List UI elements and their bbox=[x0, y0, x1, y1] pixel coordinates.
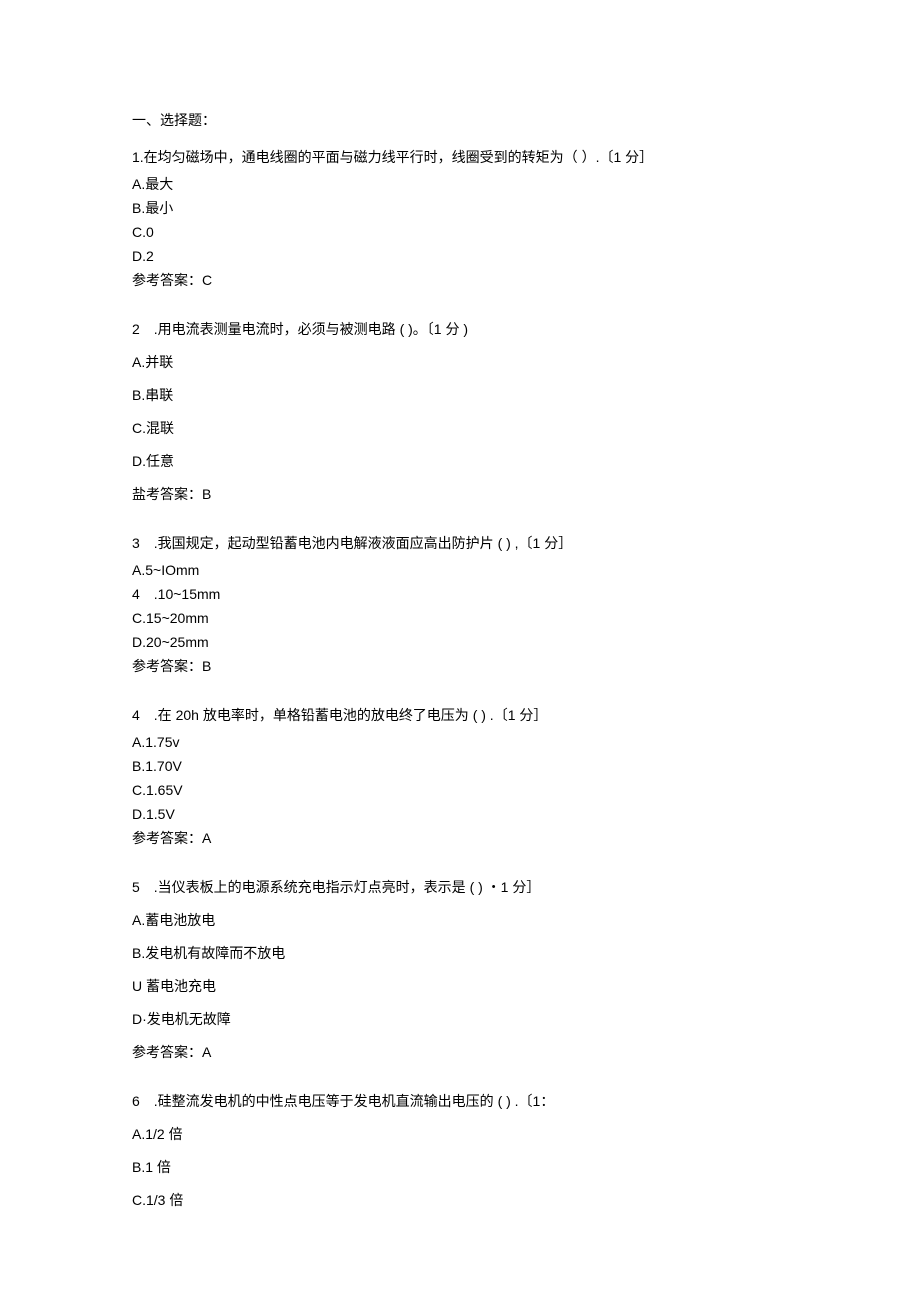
question-5: 5 .当仪表板上的电源系统充电指示灯点亮时，表示是 ( ) ・1 分］ A.蓄电… bbox=[132, 877, 800, 1063]
option-b: B.最小 bbox=[132, 198, 800, 219]
option-a: A.蓄电池放电 bbox=[132, 910, 800, 931]
option-d: D.任意 bbox=[132, 451, 800, 472]
section-heading: 一、选择题： bbox=[132, 110, 800, 131]
question-4: 4 .在 20h 放电率时，单格铅蓄电池的放电终了电压为 ( ) .〔1 分］ … bbox=[132, 705, 800, 849]
option-b: B.1.70V bbox=[132, 756, 800, 777]
option-d: D.20~25mm bbox=[132, 632, 800, 653]
option-a: A.并联 bbox=[132, 352, 800, 373]
option-c: C.0 bbox=[132, 222, 800, 243]
option-a: A.1/2 倍 bbox=[132, 1124, 800, 1145]
option-b: B.发电机有故障而不放电 bbox=[132, 943, 800, 964]
option-c: C.1/3 倍 bbox=[132, 1190, 800, 1211]
option-b: B.1 倍 bbox=[132, 1157, 800, 1178]
question-stem: 5 .当仪表板上的电源系统充电指示灯点亮时，表示是 ( ) ・1 分］ bbox=[132, 877, 800, 898]
question-1: 1.在均匀磁场中，通电线圈的平面与磁力线平行时，线圈受到的转矩为（ ）.〔1 分… bbox=[132, 147, 800, 291]
answer-line: 参考答案：B bbox=[132, 656, 800, 677]
option-c: C.混联 bbox=[132, 418, 800, 439]
answer-line: 参考答案：A bbox=[132, 1042, 800, 1063]
option-a: A.最大 bbox=[132, 174, 800, 195]
question-2: 2 .用电流表测量电流时，必须与被测电路 ( )。〔1 分 ) A.并联 B.串… bbox=[132, 319, 800, 505]
option-b: 4 .10~15mm bbox=[132, 584, 800, 605]
option-c: C.1.65V bbox=[132, 780, 800, 801]
document-page: 一、选择题： 1.在均匀磁场中，通电线圈的平面与磁力线平行时，线圈受到的转矩为（… bbox=[0, 0, 920, 1299]
question-stem: 6 .硅整流发电机的中性点电压等于发电机直流输出电压的 ( ) .〔1： bbox=[132, 1091, 800, 1112]
option-d: D·发电机无故障 bbox=[132, 1009, 800, 1030]
answer-line: 参考答案：C bbox=[132, 270, 800, 291]
question-stem: 2 .用电流表测量电流时，必须与被测电路 ( )。〔1 分 ) bbox=[132, 319, 800, 340]
option-c: U 蓄电池充电 bbox=[132, 976, 800, 997]
option-b: B.串联 bbox=[132, 385, 800, 406]
option-c: C.15~20mm bbox=[132, 608, 800, 629]
option-a: A.5~IOmm bbox=[132, 560, 800, 581]
question-stem: 3 .我国规定，起动型铅蓄电池内电解液液面应高出防护片 ( ) ,〔1 分］ bbox=[132, 533, 800, 554]
option-d: D.1.5V bbox=[132, 804, 800, 825]
question-stem: 1.在均匀磁场中，通电线圈的平面与磁力线平行时，线圈受到的转矩为（ ）.〔1 分… bbox=[132, 147, 800, 168]
answer-line: 盐考答案：B bbox=[132, 484, 800, 505]
question-6: 6 .硅整流发电机的中性点电压等于发电机直流输出电压的 ( ) .〔1： A.1… bbox=[132, 1091, 800, 1211]
answer-line: 参考答案：A bbox=[132, 828, 800, 849]
question-stem: 4 .在 20h 放电率时，单格铅蓄电池的放电终了电压为 ( ) .〔1 分］ bbox=[132, 705, 800, 726]
option-d: D.2 bbox=[132, 246, 800, 267]
option-a: A.1.75v bbox=[132, 732, 800, 753]
question-3: 3 .我国规定，起动型铅蓄电池内电解液液面应高出防护片 ( ) ,〔1 分］ A… bbox=[132, 533, 800, 677]
